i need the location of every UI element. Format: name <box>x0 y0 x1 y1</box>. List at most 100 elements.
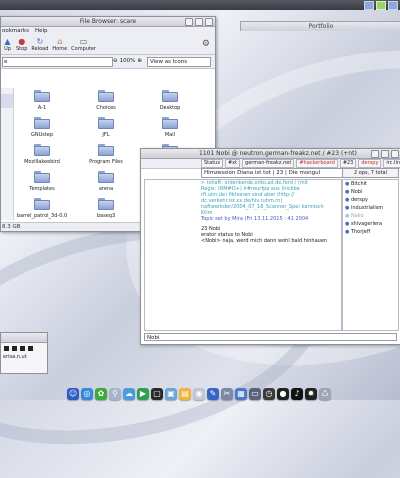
file-item[interactable]: Mail <box>145 117 195 138</box>
portfolio-window[interactable]: Portfolio <box>240 21 400 31</box>
user-name: Nako <box>350 213 364 219</box>
file-item-label: GNUstep <box>30 132 54 138</box>
mini-text: erisa.n.ut <box>3 354 27 360</box>
maximize-button[interactable] <box>381 150 389 158</box>
workspace-icon[interactable] <box>364 0 374 10</box>
stop-button[interactable]: ● Stop <box>16 37 27 52</box>
zoom-out-icon[interactable]: ⊖ <box>113 57 118 66</box>
folder-icon <box>98 198 114 210</box>
music-icon[interactable]: ♪ <box>291 388 303 400</box>
file-item-label: A-1 <box>37 105 47 111</box>
mini-titlebar[interactable] <box>1 333 47 343</box>
file-item[interactable]: A-1 <box>17 90 67 111</box>
zoom-level[interactable]: 100% <box>120 57 136 66</box>
close-button[interactable] <box>391 150 399 158</box>
menu-help[interactable]: Help <box>35 27 48 35</box>
user-name: industrialism <box>350 205 384 211</box>
terminal-icon[interactable]: ▢ <box>151 388 163 400</box>
zoom-control: ⊖ 100% ⊕ <box>113 57 142 66</box>
folder-icon <box>34 171 50 183</box>
file-item[interactable]: barrel_patrol_3d-0.0 <box>17 198 67 219</box>
close-button[interactable] <box>205 18 213 26</box>
trash-icon[interactable]: ♺ <box>319 388 331 400</box>
zoom-in-icon[interactable]: ⊕ <box>137 57 142 66</box>
irc-titlebar[interactable]: 1101 Nobi @ neutron.german-freakz.net / … <box>141 149 400 159</box>
volume-icon[interactable] <box>388 0 398 10</box>
menu-bookmarks[interactable]: ookmarks <box>2 27 29 35</box>
reload-button[interactable]: ↻ Reload <box>31 37 48 52</box>
maximize-button[interactable] <box>195 18 203 26</box>
user-list[interactable]: ● Bitchit ● Nobi ● derspy ● industrialism ● … <box>342 179 399 331</box>
channel-tab[interactable]: derspy <box>358 159 382 168</box>
user-list-item[interactable]: ● derspy <box>343 196 398 204</box>
image-icon[interactable]: ▣ <box>165 388 177 400</box>
user-list-item[interactable]: ● shivagerlera <box>343 220 398 228</box>
file-item[interactable]: GNUstep <box>17 117 67 138</box>
editor-icon[interactable]: ✎ <box>207 388 219 400</box>
message-line: <Nobi> naja, werd mich dann wohl bald hi… <box>201 238 328 244</box>
user-name: derspy <box>350 197 368 203</box>
message-log[interactable]: > tshaft: ordenkerde.ordo.ad.de.ferd / (… <box>144 179 342 331</box>
calendar-icon[interactable]: ▦ <box>235 388 247 400</box>
home-icon: ⌂ <box>57 37 63 46</box>
tool-icon[interactable] <box>4 346 9 351</box>
file-item[interactable]: JFL <box>81 117 131 138</box>
user-list-item[interactable]: ● Nobi <box>343 188 398 196</box>
channel-tab[interactable]: irc.linux. <box>383 159 400 168</box>
channel-tab[interactable]: Status <box>201 159 223 168</box>
view-as-select[interactable]: View as Icons <box>147 57 211 67</box>
file-item-label: arena <box>98 186 114 192</box>
location-bar: e ⊖ 100% ⊕ View as Icons <box>1 55 215 69</box>
topic-field[interactable]: Himzession Diana ist tot | 23 | Die mong… <box>201 168 345 178</box>
file-item-label: JFL <box>102 132 110 138</box>
file-item-label: Choices <box>96 105 116 111</box>
channel-tab[interactable]: #xt <box>224 159 241 168</box>
chat-icon[interactable]: ☁ <box>123 388 135 400</box>
channel-tab[interactable]: german-freakz.net <box>242 159 295 168</box>
user-list-item[interactable]: ● Bitchit <box>343 180 398 188</box>
file-item[interactable]: Program Files <box>81 144 131 165</box>
office-icon[interactable]: ▤ <box>179 388 191 400</box>
file-item[interactable]: Desktop <box>145 90 195 111</box>
tool-icon[interactable] <box>28 346 33 351</box>
monitor-icon[interactable]: ▭ <box>249 388 261 400</box>
message-input[interactable]: Nobi <box>144 333 397 341</box>
home-button[interactable]: ⌂ Home <box>52 37 67 52</box>
tools-icon[interactable]: ✂ <box>221 388 233 400</box>
network-icon[interactable] <box>376 0 386 10</box>
bomb-icon[interactable]: ✹ <box>305 388 317 400</box>
stop-icon: ● <box>18 37 26 46</box>
file-item[interactable]: Choices <box>81 90 131 111</box>
flower-icon[interactable]: ✿ <box>95 388 107 400</box>
minimize-button[interactable] <box>371 150 379 158</box>
file-browser-titlebar[interactable]: File Browser: scare <box>1 17 215 27</box>
up-button[interactable]: ▲ Up <box>3 37 12 52</box>
folder-icon <box>98 171 114 183</box>
clock-icon[interactable]: ◷ <box>263 388 275 400</box>
file-item[interactable]: Templates <box>17 171 67 192</box>
user-list-item[interactable]: ● industrialism <box>343 204 398 212</box>
location-input[interactable]: e <box>2 57 113 67</box>
cd-icon[interactable]: ◉ <box>193 388 205 400</box>
channel-tab[interactable]: #23 <box>339 159 357 168</box>
side-pane-selection[interactable] <box>1 94 13 108</box>
folder-icon <box>162 90 178 102</box>
browser-icon[interactable]: ◎ <box>81 388 93 400</box>
tool-icon[interactable] <box>12 346 17 351</box>
disc-icon[interactable]: ● <box>277 388 289 400</box>
window-title: File Browser: scare <box>79 18 137 25</box>
minimize-button[interactable] <box>185 18 193 26</box>
file-item[interactable]: arena <box>81 171 131 192</box>
user-list-item[interactable]: ● Nako <box>343 212 398 220</box>
search-icon[interactable]: ⚲ <box>109 388 121 400</box>
file-item[interactable]: baseq3 <box>81 198 131 219</box>
tool-icon[interactable] <box>20 346 25 351</box>
media-player-icon[interactable]: ▶ <box>137 388 149 400</box>
user-list-item[interactable]: ● Thorjeff <box>343 228 398 236</box>
side-pane <box>1 88 14 220</box>
channel-tab[interactable]: #hackerboard <box>296 159 338 168</box>
finder-icon[interactable]: ☺ <box>67 388 79 400</box>
computer-button[interactable]: ▭ Computer <box>71 37 96 52</box>
file-item[interactable]: Mozillakeebird <box>17 144 67 165</box>
irc-window: 1101 Nobi @ neutron.german-freakz.net / … <box>140 148 400 345</box>
